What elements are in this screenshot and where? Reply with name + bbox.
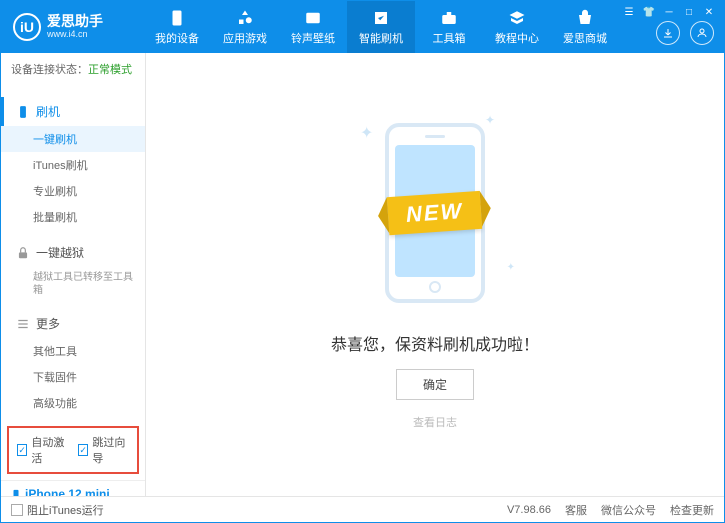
footer-left: 阻止iTunes运行 — [11, 502, 104, 518]
nav-store[interactable]: 爱思商城 — [551, 1, 619, 53]
group-more: 更多 其他工具 下载固件 高级功能 — [1, 305, 145, 420]
sidebar-item-oneclick-flash[interactable]: 一键刷机 — [1, 126, 145, 152]
nav-label: 铃声壁纸 — [291, 30, 335, 46]
device-name-text: iPhone 12 mini — [25, 487, 110, 496]
apps-icon — [235, 8, 255, 28]
device-info[interactable]: iPhone 12 mini 64GB Down-12mini-13,1 — [1, 480, 145, 496]
sidebar-item-other-tools[interactable]: 其他工具 — [1, 338, 145, 364]
sparkle-icon: ✦ — [507, 262, 515, 273]
user-button[interactable] — [690, 21, 714, 45]
sidebar-head-flash[interactable]: 刷机 — [1, 97, 145, 126]
check-icon: ✓ — [78, 444, 88, 456]
nav-label: 智能刷机 — [359, 30, 403, 46]
sidebar-head-more[interactable]: 更多 — [1, 309, 145, 338]
nav-smart-flash[interactable]: 智能刷机 — [347, 1, 415, 53]
check-update-link[interactable]: 检查更新 — [670, 502, 714, 518]
statusbar: 阻止iTunes运行 V7.98.66 客服 微信公众号 检查更新 — [1, 496, 724, 522]
nav-toolbox[interactable]: 工具箱 — [415, 1, 483, 53]
ok-button[interactable]: 确定 — [396, 369, 474, 400]
version-label: V7.98.66 — [507, 504, 551, 516]
nav-label: 应用游戏 — [223, 30, 267, 46]
store-icon — [575, 8, 595, 28]
sidebar-item-advanced[interactable]: 高级功能 — [1, 390, 145, 416]
nav-apps-games[interactable]: 应用游戏 — [211, 1, 279, 53]
status-label: 设备连接状态： — [11, 64, 88, 76]
wechat-link[interactable]: 微信公众号 — [601, 502, 656, 518]
minimize-button[interactable]: ─ — [662, 5, 676, 19]
checkbox-auto-activate[interactable]: ✓ 自动激活 — [17, 434, 68, 466]
sidebar-item-download-firmware[interactable]: 下载固件 — [1, 364, 145, 390]
jailbreak-note: 越狱工具已转移至工具箱 — [1, 267, 145, 301]
main-nav: 我的设备 应用游戏 铃声壁纸 智能刷机 工具箱 教程中心 — [143, 1, 619, 53]
nav-label: 爱思商城 — [563, 30, 607, 46]
sidebar-head-jailbreak[interactable]: 一键越狱 — [1, 238, 145, 267]
titlebar: iU 爱思助手 www.i4.cn 我的设备 应用游戏 铃声壁纸 智能刷机 — [1, 1, 724, 53]
menu-icon — [16, 317, 30, 331]
window-controls: ☰ 👕 ─ □ ✕ — [622, 5, 716, 19]
checkbox-block-itunes[interactable]: 阻止iTunes运行 — [11, 502, 104, 518]
maximize-button[interactable]: □ — [682, 5, 696, 19]
checkbox-label: 自动激活 — [31, 434, 68, 466]
logo: iU 爱思助手 www.i4.cn — [13, 13, 143, 41]
nav-label: 教程中心 — [495, 30, 539, 46]
close-button[interactable]: ✕ — [702, 5, 716, 19]
toolbox-icon — [439, 8, 459, 28]
nav-ringtones[interactable]: 铃声壁纸 — [279, 1, 347, 53]
success-illustration: ✦ ✦ ✦ NEW — [355, 113, 515, 313]
titlebar-aux — [656, 21, 714, 45]
sidebar-item-pro-flash[interactable]: 专业刷机 — [1, 178, 145, 204]
checkbox-label: 跳过向导 — [92, 434, 129, 466]
phone-icon — [167, 8, 187, 28]
body: 设备连接状态：正常模式 刷机 一键刷机 iTunes刷机 专业刷机 批量刷机 一… — [1, 53, 724, 496]
checkbox-icon — [11, 504, 23, 516]
app-window: iU 爱思助手 www.i4.cn 我的设备 应用游戏 铃声壁纸 智能刷机 — [0, 0, 725, 523]
nav-label: 工具箱 — [433, 30, 466, 46]
group-flash: 刷机 一键刷机 iTunes刷机 专业刷机 批量刷机 — [1, 93, 145, 234]
nav-tutorials[interactable]: 教程中心 — [483, 1, 551, 53]
phone-icon — [16, 105, 30, 119]
checkbox-label: 阻止iTunes运行 — [27, 502, 104, 518]
nav-my-device[interactable]: 我的设备 — [143, 1, 211, 53]
download-button[interactable] — [656, 21, 680, 45]
flash-icon — [371, 8, 391, 28]
app-url: www.i4.cn — [47, 30, 103, 40]
main-content: ✦ ✦ ✦ NEW 恭喜您，保资料刷机成功啦！ 确定 查看日志 — [146, 53, 724, 496]
success-message: 恭喜您，保资料刷机成功啦！ — [331, 331, 539, 355]
view-log-link[interactable]: 查看日志 — [413, 414, 457, 430]
sidebar-head-label: 刷机 — [36, 103, 60, 120]
device-name: iPhone 12 mini — [11, 487, 135, 496]
app-title: 爱思助手 — [47, 14, 103, 29]
tutorial-icon — [507, 8, 527, 28]
phone-icon — [11, 487, 21, 496]
sidebar-head-label: 更多 — [36, 315, 60, 332]
checkbox-skip-guide[interactable]: ✓ 跳过向导 — [78, 434, 129, 466]
wallpaper-icon — [303, 8, 323, 28]
option-checkboxes: ✓ 自动激活 ✓ 跳过向导 — [7, 426, 139, 474]
customer-service-link[interactable]: 客服 — [565, 502, 587, 518]
sidebar-item-batch-flash[interactable]: 批量刷机 — [1, 204, 145, 230]
sidebar: 设备连接状态：正常模式 刷机 一键刷机 iTunes刷机 专业刷机 批量刷机 一… — [1, 53, 146, 496]
status-value: 正常模式 — [88, 64, 132, 76]
new-ribbon: NEW — [387, 191, 483, 235]
skin-icon[interactable]: 👕 — [642, 5, 656, 19]
lock-icon — [16, 246, 30, 260]
nav-label: 我的设备 — [155, 30, 199, 46]
check-icon: ✓ — [17, 444, 27, 456]
group-jailbreak: 一键越狱 越狱工具已转移至工具箱 — [1, 234, 145, 305]
footer-right: V7.98.66 客服 微信公众号 检查更新 — [507, 502, 714, 518]
sidebar-item-itunes-flash[interactable]: iTunes刷机 — [1, 152, 145, 178]
menu-icon[interactable]: ☰ — [622, 5, 636, 19]
sparkle-icon: ✦ — [360, 123, 373, 143]
sidebar-head-label: 一键越狱 — [36, 244, 84, 261]
logo-icon: iU — [13, 13, 41, 41]
sparkle-icon: ✦ — [485, 113, 495, 127]
connection-status: 设备连接状态：正常模式 — [1, 53, 145, 85]
